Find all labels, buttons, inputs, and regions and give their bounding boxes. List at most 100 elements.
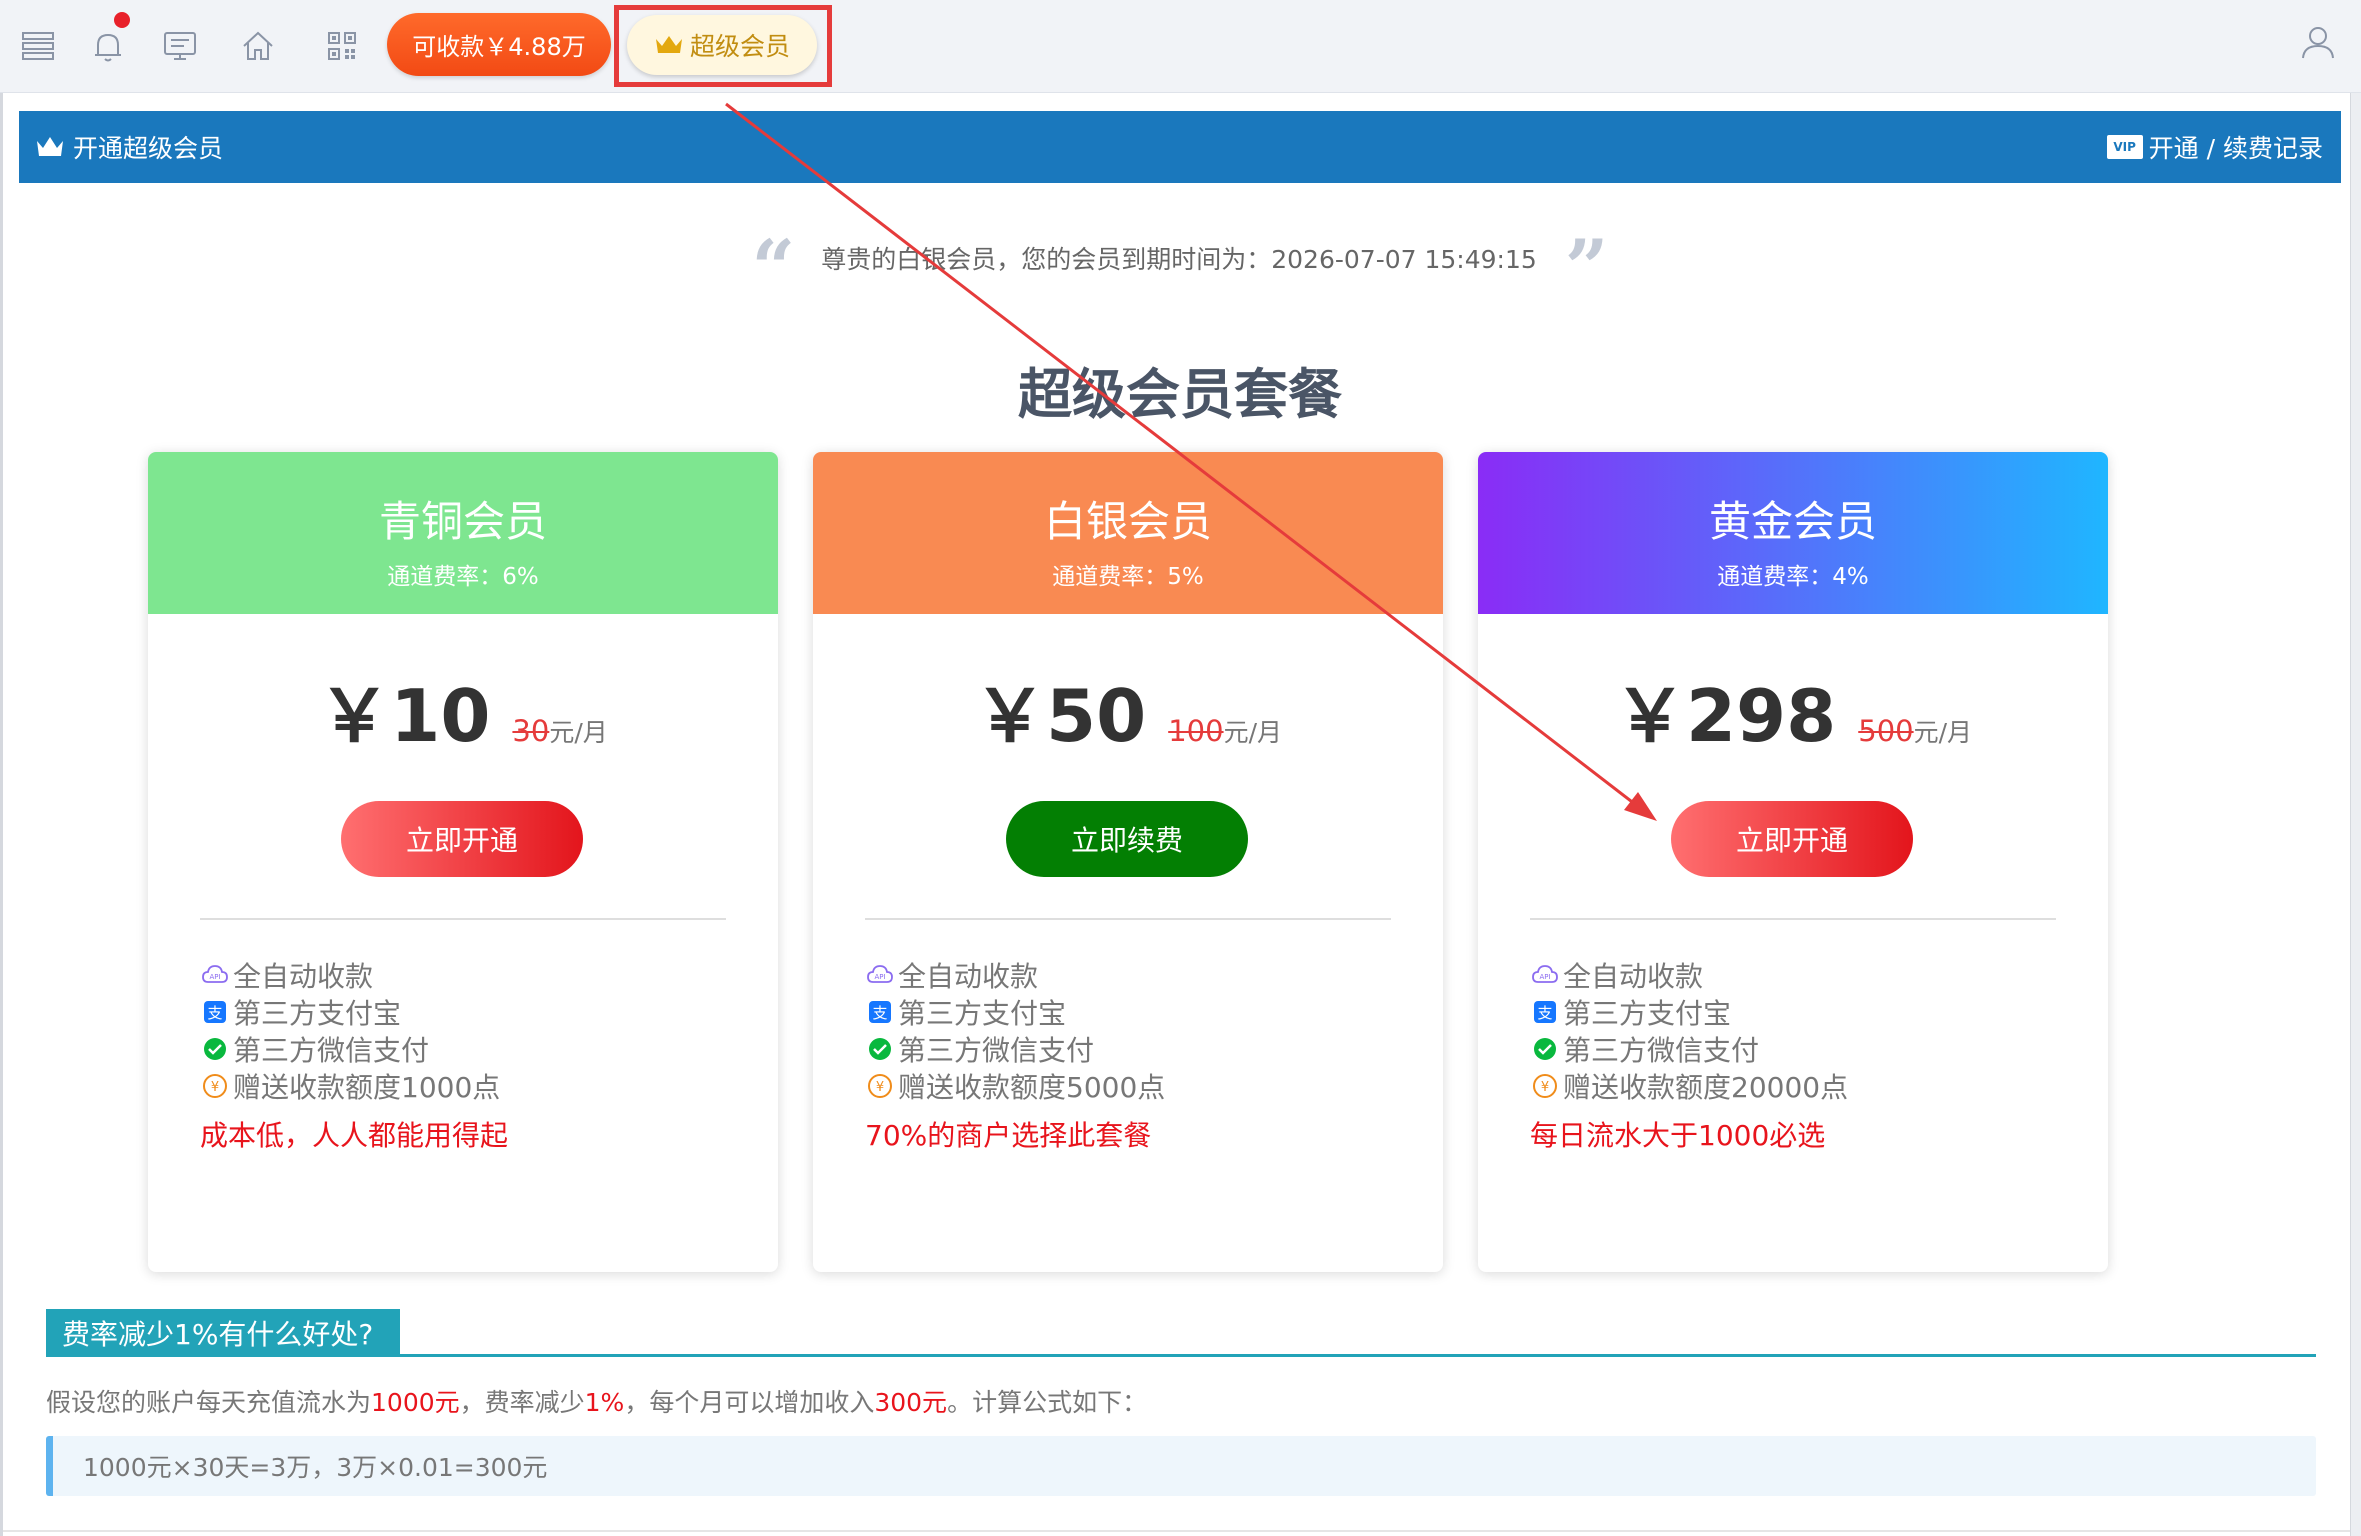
expiry-text: 尊贵的白银会员，您的会员到期时间为：2026-07-07 15:49:15: [821, 245, 1537, 274]
plan-price-unit: 元/月: [549, 718, 608, 747]
header-title-text: 开通超级会员: [73, 134, 224, 163]
plan-old-price: 500: [1858, 714, 1914, 748]
close-quote-icon: ”: [1564, 223, 1609, 312]
plan-rate: 通道费率：6%: [387, 564, 539, 590]
feature-text: 第三方微信支付: [898, 1033, 1095, 1067]
formula-text: 1000元×30天=3万，3万×0.01=300元: [83, 1453, 548, 1482]
divider: [1530, 918, 2056, 920]
plan-header: 青铜会员 通道费率：6%: [148, 452, 778, 614]
feature-item: ¥ 赠送收款额度20000点: [1530, 1067, 2070, 1104]
plan-price-row: ￥10 30 元/月: [148, 657, 778, 762]
feature-item: ¥ 赠送收款额度5000点: [865, 1067, 1405, 1104]
plan-rate: 通道费率：4%: [1717, 564, 1869, 590]
plan-feature-list: API 全自动收款 支 第三方支付宝 第三方微信支付 ¥ 赠送收款额度20000…: [1530, 956, 2070, 1154]
feature-item: ¥ 赠送收款额度1000点: [200, 1067, 740, 1104]
plan-note: 70%的商户选择此套餐: [865, 1119, 1152, 1152]
plan-feature-list: API 全自动收款 支 第三方支付宝 第三方微信支付 ¥ 赠送收款额度5000点…: [865, 956, 1405, 1154]
records-link[interactable]: VIP 开通 / 续费记录: [2106, 111, 2323, 183]
svg-text:API: API: [874, 973, 885, 981]
open-quote-icon: “: [751, 223, 796, 312]
feature-item: API 全自动收款: [1530, 956, 2070, 993]
yuan-coin-icon: ¥: [203, 1073, 227, 1098]
monitor-icon[interactable]: [162, 28, 198, 64]
plan-open-button[interactable]: 立即开通: [1671, 801, 1913, 877]
benefit-text-part: 。计算公式如下：: [947, 1388, 1148, 1417]
benefit-rate: 1%: [584, 1388, 625, 1417]
plan-note: 成本低，人人都能用得起: [200, 1119, 509, 1152]
benefit-text-part: 假设您的账户每天充值流水为: [46, 1388, 372, 1417]
feature-item: 第三方微信支付: [200, 1030, 740, 1067]
feature-item: 支 第三方支付宝: [865, 993, 1405, 1030]
user-icon[interactable]: [2298, 22, 2338, 62]
svg-text:¥: ¥: [1541, 1080, 1549, 1095]
plan-old-price: 100: [1168, 714, 1224, 748]
plan-header: 黄金会员 通道费率：4%: [1478, 452, 2108, 614]
feature-text: 第三方微信支付: [233, 1033, 430, 1067]
api-cloud-icon: API: [867, 964, 893, 983]
divider: [865, 918, 1391, 920]
plan-note: 每日流水大于1000必选: [1530, 1119, 1826, 1152]
notification-dot: [114, 12, 130, 28]
svg-text:支: 支: [1537, 1004, 1552, 1022]
feature-text: 全自动收款: [1563, 959, 1704, 993]
wechat-pay-icon: [204, 1037, 226, 1060]
feature-text: 全自动收款: [233, 959, 374, 993]
feature-text: 第三方微信支付: [1563, 1033, 1760, 1067]
benefit-amount: 1000元: [371, 1388, 460, 1417]
feature-text: 赠送收款额度5000点: [898, 1070, 1166, 1104]
feature-text: 第三方支付宝: [233, 996, 402, 1030]
crown-icon: [37, 137, 63, 156]
benefit-section-title: 费率减少1%有什么好处?: [46, 1309, 400, 1356]
svg-text:¥: ¥: [211, 1080, 219, 1095]
feature-text: 第三方支付宝: [898, 996, 1067, 1030]
receivable-label: 可收款￥4.88万: [412, 33, 586, 61]
plan-price: ￥10: [318, 674, 491, 758]
plan-name: 黄金会员: [1708, 497, 1877, 546]
receivable-balance-button[interactable]: 可收款￥4.88万: [387, 13, 611, 76]
records-link-text: 开通 / 续费记录: [2148, 134, 2323, 163]
plan-card-gold: 黄金会员 通道费率：4% ￥298 500 元/月 立即开通 API 全自动收款…: [1478, 452, 2108, 1272]
membership-expiry-notice: “ 尊贵的白银会员，您的会员到期时间为：2026-07-07 15:49:15 …: [720, 228, 1640, 306]
yuan-coin-icon: ¥: [1533, 1073, 1557, 1098]
scrollbar-track[interactable]: [2350, 93, 2361, 1536]
top-toolbar: 可收款￥4.88万 超级会员: [0, 0, 2361, 93]
home-icon[interactable]: [240, 28, 276, 64]
benefit-text-part: ，每个月可以增加收入: [624, 1388, 875, 1417]
page-title: 超级会员套餐: [1018, 363, 1342, 426]
svg-text:支: 支: [872, 1004, 887, 1022]
bell-icon[interactable]: [90, 28, 126, 64]
feature-item: API 全自动收款: [865, 956, 1405, 993]
benefit-explanation: 假设您的账户每天充值流水为1000元，费率减少1%，每个月可以增加收入300元。…: [46, 1383, 1147, 1419]
menu-icon[interactable]: [20, 28, 56, 64]
plan-header: 白银会员 通道费率：5%: [813, 452, 1443, 614]
api-cloud-icon: API: [202, 964, 228, 983]
plan-open-button[interactable]: 立即开通: [341, 801, 583, 877]
feature-text: 第三方支付宝: [1563, 996, 1732, 1030]
plan-old-price: 30: [512, 714, 550, 748]
alipay-icon: 支: [204, 1000, 226, 1023]
plan-renew-button[interactable]: 立即续费: [1006, 801, 1248, 877]
plan-price-row: ￥50 100 元/月: [813, 657, 1443, 762]
svg-text:¥: ¥: [876, 1080, 884, 1095]
feature-item: 第三方微信支付: [865, 1030, 1405, 1067]
plan-name: 青铜会员: [378, 497, 547, 546]
plan-card-silver: 白银会员 通道费率：5% ￥50 100 元/月 立即续费 API 全自动收款 …: [813, 452, 1443, 1272]
bottom-divider: [3, 1530, 2350, 1532]
svg-text:API: API: [1539, 973, 1550, 981]
feature-text: 赠送收款额度20000点: [1563, 1070, 1849, 1104]
benefit-income: 300元: [874, 1388, 948, 1417]
qrcode-icon[interactable]: [324, 28, 360, 64]
plan-price: ￥298: [1613, 674, 1837, 758]
alipay-icon: 支: [1534, 1000, 1556, 1023]
frame-border-left: [0, 93, 3, 1536]
plan-rate: 通道费率：5%: [1052, 564, 1204, 590]
wechat-pay-icon: [869, 1037, 891, 1060]
feature-item: API 全自动收款: [200, 956, 740, 993]
plan-feature-list: API 全自动收款 支 第三方支付宝 第三方微信支付 ¥ 赠送收款额度1000点…: [200, 956, 740, 1154]
section-header: 开通超级会员 VIP 开通 / 续费记录: [19, 111, 2341, 183]
feature-text: 全自动收款: [898, 959, 1039, 993]
feature-item: 支 第三方支付宝: [200, 993, 740, 1030]
benefit-text-part: ，费率减少: [459, 1388, 585, 1417]
plan-name: 白银会员: [1043, 497, 1212, 546]
svg-text:支: 支: [207, 1004, 222, 1022]
